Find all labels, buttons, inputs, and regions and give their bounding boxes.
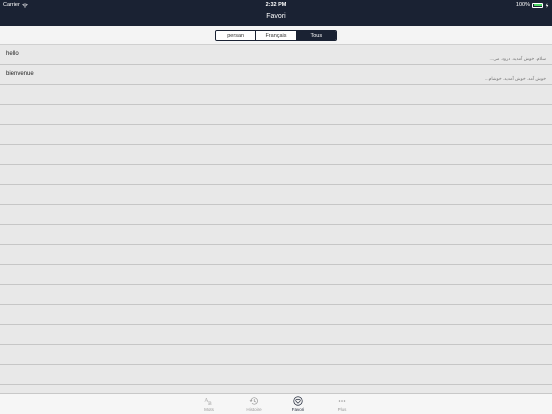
tab-histoire[interactable]: Histoire	[234, 396, 274, 412]
empty-row	[0, 125, 552, 145]
entry-translation: خوش آمد. خوش آمدید. خوشام...	[484, 76, 546, 81]
empty-row	[0, 325, 552, 345]
tab-label: Favori	[291, 407, 305, 412]
empty-row	[0, 225, 552, 245]
list-item[interactable]: bienvenue خوش آمد. خوش آمدید. خوشام...	[0, 65, 552, 85]
battery-icon	[532, 2, 543, 8]
empty-row	[0, 285, 552, 305]
entry-word: bienvenue	[6, 71, 34, 77]
empty-row	[0, 85, 552, 105]
tab-label: Plus	[337, 407, 347, 412]
letters-icon: A B	[204, 398, 212, 407]
empty-row	[0, 145, 552, 165]
empty-row	[0, 265, 552, 285]
segment-persan[interactable]: persan	[216, 31, 257, 40]
tab-bar: A B Mots Histoire Favori Plus	[0, 393, 552, 414]
more-dots-icon	[338, 400, 346, 402]
empty-row	[0, 165, 552, 185]
page-title: Favori	[266, 13, 286, 20]
tab-label: Mots	[204, 407, 214, 412]
segment-tous[interactable]: Tous	[296, 31, 336, 40]
empty-row	[0, 105, 552, 125]
entry-translation: سلام. خوش آمدید. درود. می...	[489, 56, 547, 61]
empty-row	[0, 385, 552, 393]
list-item[interactable]: hello سلام. خوش آمدید. درود. می...	[0, 45, 552, 65]
tab-favori[interactable]: Favori	[278, 396, 318, 412]
tab-plus[interactable]: Plus	[322, 396, 362, 412]
charging-bolt-icon	[545, 2, 549, 8]
navigation-bar: Favori	[0, 10, 552, 26]
empty-row	[0, 345, 552, 365]
status-bar: Carrier 2:32 PM 100%	[0, 0, 552, 10]
filter-bar: persan Français Tous	[0, 26, 552, 45]
status-time: 2:32 PM	[265, 2, 287, 8]
language-filter-segmented-control: persan Français Tous	[215, 30, 337, 41]
tab-mots[interactable]: A B Mots	[189, 396, 229, 413]
battery-indicator: 100%	[516, 2, 549, 8]
favorites-list[interactable]: hello سلام. خوش آمدید. درود. می... bienv…	[0, 45, 552, 393]
empty-row	[0, 365, 552, 385]
heart-circle-icon	[293, 396, 303, 406]
empty-row	[0, 185, 552, 205]
empty-row	[0, 245, 552, 265]
empty-row	[0, 305, 552, 325]
entry-word: hello	[6, 51, 19, 57]
svg-text:B: B	[208, 401, 212, 406]
history-clock-icon	[249, 397, 258, 405]
tab-label: Histoire	[246, 407, 262, 412]
empty-row	[0, 205, 552, 225]
segment-francais[interactable]: Français	[256, 31, 297, 40]
battery-percent: 100%	[515, 2, 530, 8]
